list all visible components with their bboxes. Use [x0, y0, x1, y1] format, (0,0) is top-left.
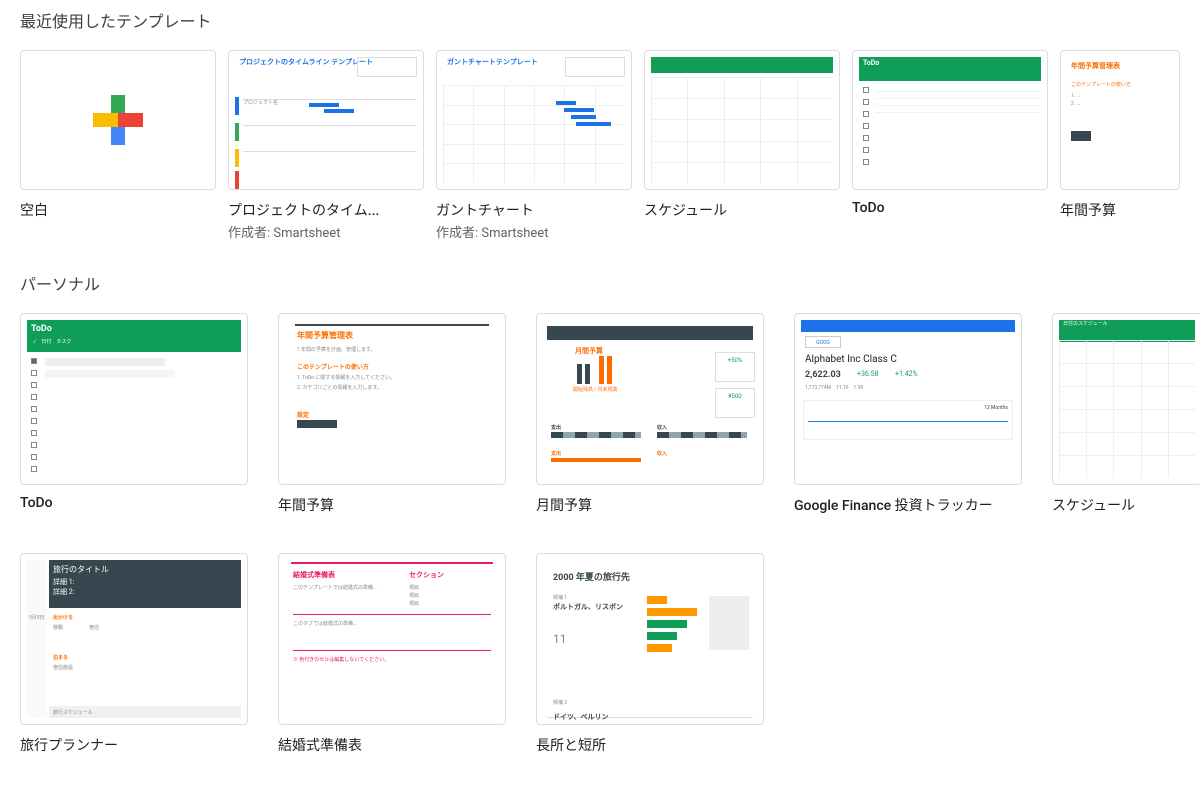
template-row-recent: 空白 プロジェクトのタイムライン テンプレート プロジェクト名 プロジェクトのタ… — [20, 50, 1200, 241]
template-thumb-blank — [20, 50, 216, 190]
template-blank[interactable]: 空白 — [20, 50, 216, 241]
stock-change1: +36.58 — [857, 370, 879, 378]
template-title: 結婚式準備表 — [278, 735, 506, 755]
template-title: 年間予算 — [278, 495, 506, 515]
template-todo-personal[interactable]: ToDo ✓ 日付 タスク ToDo — [20, 313, 248, 515]
thumb-title: 年間予算管理表 — [297, 330, 353, 341]
thumb-title: プロジェクトのタイムライン テンプレート — [239, 57, 373, 67]
template-title: ToDo — [852, 200, 1048, 216]
template-thumb: ガントチャートテンプレート — [436, 50, 632, 190]
template-google-finance[interactable]: GOOG Alphabet Inc Class C 2,622.03 +36.5… — [794, 313, 1022, 515]
template-thumb: GOOG Alphabet Inc Class C 2,622.03 +36.5… — [794, 313, 1022, 485]
template-thumb: 年間予算管理表 このテンプレートの使い方 1. ... 2. ... — [1060, 50, 1180, 190]
template-wedding[interactable]: 結婚式準備表 セクション このテンプレートでは結婚式の準備... このタブでは結… — [278, 553, 506, 755]
template-travel-planner[interactable]: 旅行のタイトル 詳細 1: 詳細 2: 9月5日 出かける 移動 宿泊 泊まる … — [20, 553, 248, 755]
template-gantt-chart[interactable]: ガントチャートテンプレート ガントチャート 作成者: Smartsheet — [436, 50, 632, 241]
template-title: 月間予算 — [536, 495, 764, 515]
thumb-sub: このテンプレートの使い方 — [297, 362, 369, 371]
thumb-header — [651, 57, 833, 73]
template-annual-budget-personal[interactable]: 年間予算管理表 1 年間の予算を計画、管理します。 このテンプレートの使い方 1… — [278, 313, 506, 515]
template-todo[interactable]: ToDo ToDo — [852, 50, 1048, 241]
thumb-title: 年間予算管理表 — [1071, 61, 1120, 71]
template-thumb: ToDo — [852, 50, 1048, 190]
template-thumb: 旅行のタイトル 詳細 1: 詳細 2: 9月5日 出かける 移動 宿泊 泊まる … — [20, 553, 248, 725]
template-subtitle: 作成者: Smartsheet — [228, 222, 424, 241]
section-recent: 最近使用したテンプレート 空白 プロジェクトのタイムライン テンプレート — [20, 8, 1200, 241]
pros-item-2: ドイツ、ベルリン — [553, 712, 608, 722]
section-personal: パーソナル ToDo ✓ 日付 タスク ToDo — [20, 271, 1200, 755]
pros-item-1: ポルトガル、リスボン — [553, 602, 623, 612]
template-thumb — [644, 50, 840, 190]
template-title: ToDo — [20, 495, 248, 511]
template-pros-cons[interactable]: 2000 年夏の旅行先 候補 1 ポルトガル、リスボン 11 候補 2 ドイツ、… — [536, 553, 764, 755]
thumb-title: ガントチャートテンプレート — [447, 57, 538, 67]
template-title: ガントチャート — [436, 200, 632, 220]
template-schedule-personal[interactable]: 日付のスケジュール スケジュール — [1052, 313, 1200, 515]
template-thumb: ToDo ✓ 日付 タスク — [20, 313, 248, 485]
template-row-personal-2: 旅行のタイトル 詳細 1: 詳細 2: 9月5日 出かける 移動 宿泊 泊まる … — [20, 553, 1200, 755]
stat-change-pct: +50% — [728, 357, 743, 364]
stock-price: 2,622.03 — [805, 370, 841, 380]
section-title-recent: 最近使用したテンプレート — [20, 8, 1200, 32]
template-thumb: 年間予算管理表 1 年間の予算を計画、管理します。 このテンプレートの使い方 1… — [278, 313, 506, 485]
template-thumb: プロジェクトのタイムライン テンプレート プロジェクト名 — [228, 50, 424, 190]
stock-change2: +1.42% — [895, 370, 918, 378]
stock-name: Alphabet Inc Class C — [805, 354, 897, 365]
template-row-personal-1: ToDo ✓ 日付 タスク ToDo 年間予算管理表 — [20, 313, 1200, 515]
template-title: Google Finance 投資トラッカー — [794, 495, 1022, 515]
template-title: スケジュール — [644, 200, 840, 220]
template-title: プロジェクトのタイム... — [228, 200, 424, 220]
template-monthly-budget[interactable]: 月間予算 開始残高 / 月末残高 +50% ¥500 支出 収入 — [536, 313, 764, 515]
template-thumb: 結婚式準備表 セクション このテンプレートでは結婚式の準備... このタブでは結… — [278, 553, 506, 725]
thumb-title: ToDo — [863, 59, 879, 67]
thumb-col2: セクション — [409, 570, 444, 580]
template-subtitle: 作成者: Smartsheet — [436, 222, 632, 241]
template-thumb: 月間予算 開始残高 / 月末残高 +50% ¥500 支出 収入 — [536, 313, 764, 485]
template-schedule[interactable]: スケジュール — [644, 50, 840, 241]
section-title-personal: パーソナル — [20, 271, 1200, 295]
plus-icon — [93, 95, 143, 145]
template-title: スケジュール — [1052, 495, 1200, 515]
template-title: 空白 — [20, 200, 216, 220]
template-project-timeline[interactable]: プロジェクトのタイムライン テンプレート プロジェクト名 プロジェクトのタイム.… — [228, 50, 424, 241]
template-thumb: 2000 年夏の旅行先 候補 1 ポルトガル、リスボン 11 候補 2 ドイツ、… — [536, 553, 764, 725]
thumb-title: 2000 年夏の旅行先 — [553, 570, 630, 583]
thumb-title: 旅行のタイトル — [53, 564, 237, 575]
template-title: 年間予算 — [1060, 200, 1180, 220]
thumb-title: ToDo — [31, 324, 52, 334]
template-thumb: 日付のスケジュール — [1052, 313, 1200, 485]
template-title: 旅行プランナー — [20, 735, 248, 755]
pros-num: 11 — [553, 632, 567, 646]
thumb-title: 結婚式準備表 — [293, 570, 335, 580]
stat-amount: ¥500 — [728, 393, 741, 400]
template-annual-budget[interactable]: 年間予算管理表 このテンプレートの使い方 1. ... 2. ... 年間予算 — [1060, 50, 1180, 241]
template-title: 長所と短所 — [536, 735, 764, 755]
